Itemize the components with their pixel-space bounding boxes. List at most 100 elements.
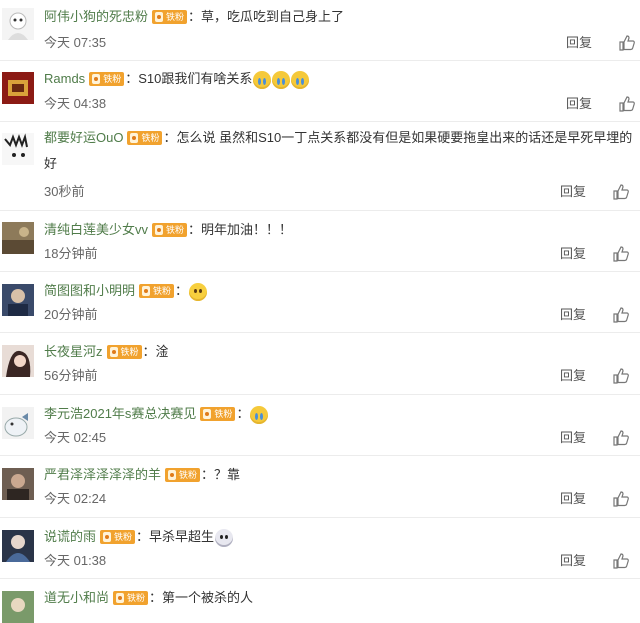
fan-badge[interactable]: 铁粉 bbox=[152, 9, 188, 24]
comment-item: 阿伟小狗的死忠粉 铁粉 ：草，吃瓜吃到自己身上了 今天 07:35 回复 bbox=[0, 0, 640, 61]
comment-time: 今天 07:35 bbox=[44, 35, 107, 50]
colon: ： bbox=[125, 71, 139, 86]
comment-item: 长夜星河z 铁粉 ：淦 56分钟前 回复 bbox=[0, 333, 640, 395]
comment-time: 今天 04:38 bbox=[44, 96, 107, 111]
like-icon[interactable] bbox=[612, 552, 630, 570]
pleading-emoji-icon bbox=[189, 282, 208, 301]
username-link[interactable]: 严君泽泽泽泽泽的羊 bbox=[44, 467, 161, 482]
laugh-cry-emoji-icon bbox=[253, 70, 272, 89]
like-icon[interactable] bbox=[612, 306, 630, 324]
avatar[interactable] bbox=[2, 407, 34, 439]
username-link[interactable]: 说谎的雨 bbox=[44, 529, 96, 544]
comment-line: 阿伟小狗的死忠粉 铁粉 ：草，吃瓜吃到自己身上了 bbox=[44, 7, 634, 27]
avatar[interactable] bbox=[2, 345, 34, 377]
reply-button[interactable]: 回复 bbox=[560, 430, 586, 446]
comment-text: 第一个被杀的人 bbox=[162, 590, 254, 605]
fan-badge[interactable]: 铁粉 bbox=[100, 529, 136, 544]
username-link[interactable]: 都要好运OuO bbox=[44, 130, 123, 145]
avatar[interactable] bbox=[2, 133, 34, 165]
username-link[interactable]: Ramds bbox=[44, 71, 85, 86]
comment-item: 简图图和小明明 铁粉： 20分钟前 回复 bbox=[0, 272, 640, 333]
comment-time: 20分钟前 bbox=[44, 307, 98, 322]
reply-button[interactable]: 回复 bbox=[560, 368, 586, 384]
comment-time: 30秒前 bbox=[44, 184, 85, 199]
colon: ： bbox=[163, 130, 177, 145]
fan-badge[interactable]: 铁粉 bbox=[152, 222, 188, 237]
like-icon[interactable] bbox=[618, 34, 636, 52]
comment-item: 清纯白莲美少女vv 铁粉 ：明年加油！！！ 18分钟前 回复 bbox=[0, 211, 640, 272]
comment-time: 18分钟前 bbox=[44, 246, 98, 261]
comment-item: Ramds 铁粉 ：S10跟我们有啥关系 今天 04:38 回复 bbox=[0, 61, 640, 122]
like-icon[interactable] bbox=[612, 429, 630, 447]
reply-button[interactable]: 回复 bbox=[566, 96, 592, 112]
username-link[interactable]: 长夜星河z bbox=[44, 344, 103, 359]
like-icon[interactable] bbox=[612, 367, 630, 385]
username-link[interactable]: 李元浩2021年s赛总决赛见 bbox=[44, 406, 196, 421]
username-link[interactable]: 道无小和尚 bbox=[44, 590, 109, 605]
username-link[interactable]: 简图图和小明明 bbox=[44, 283, 135, 298]
colon: ： bbox=[236, 406, 250, 421]
comment-time: 今天 01:38 bbox=[44, 553, 107, 568]
laugh-cry-emoji-icon bbox=[272, 70, 291, 89]
comment-line: 清纯白莲美少女vv 铁粉 ：明年加油！！！ bbox=[44, 220, 634, 240]
fan-badge[interactable]: 铁粉 bbox=[200, 406, 236, 421]
fan-badge[interactable]: 铁粉 bbox=[127, 130, 163, 145]
comment-line: 严君泽泽泽泽泽的羊 铁粉 ：？靠 bbox=[44, 465, 634, 485]
reply-button[interactable]: 回复 bbox=[560, 491, 586, 507]
colon: ： bbox=[175, 283, 189, 298]
comment-text: 明年加油！！！ bbox=[201, 222, 293, 237]
fan-badge[interactable]: 铁粉 bbox=[165, 467, 201, 482]
like-icon[interactable] bbox=[618, 95, 636, 113]
fan-badge[interactable]: 铁粉 bbox=[113, 590, 149, 605]
colon: ： bbox=[149, 590, 163, 605]
comment-time: 今天 02:24 bbox=[44, 491, 107, 506]
comment-text: 淦 bbox=[155, 344, 169, 359]
scared-emoji-icon bbox=[215, 528, 234, 547]
comment-time: 今天 02:45 bbox=[44, 430, 107, 445]
comment-text: 草，吃瓜吃到自己身上了 bbox=[201, 9, 345, 24]
colon: ： bbox=[201, 467, 215, 482]
comment-text: ？靠 bbox=[214, 467, 241, 482]
avatar[interactable] bbox=[2, 72, 34, 104]
like-icon[interactable] bbox=[612, 490, 630, 508]
reply-button[interactable]: 回复 bbox=[560, 184, 586, 200]
comment-line: 李元浩2021年s赛总决赛见 铁粉： bbox=[44, 404, 634, 424]
colon: ： bbox=[188, 222, 202, 237]
comment-line: 长夜星河z 铁粉 ：淦 bbox=[44, 342, 634, 362]
fan-badge[interactable]: 铁粉 bbox=[89, 71, 125, 86]
reply-button[interactable]: 回复 bbox=[560, 246, 586, 262]
reply-button[interactable]: 回复 bbox=[566, 35, 592, 51]
avatar[interactable] bbox=[2, 284, 34, 316]
avatar[interactable] bbox=[2, 591, 34, 623]
reply-button[interactable]: 回复 bbox=[560, 553, 586, 569]
like-icon[interactable] bbox=[612, 183, 630, 201]
laugh-cry-emoji-icon bbox=[291, 70, 310, 89]
colon: ： bbox=[142, 344, 156, 359]
crying-emoji-icon bbox=[250, 405, 269, 424]
comment-item: 都要好运OuO 铁粉 ：怎么说 虽然和S10一丁点关系都没有但是如果硬要拖皇出来的话… bbox=[0, 122, 640, 211]
avatar[interactable] bbox=[2, 530, 34, 562]
avatar[interactable] bbox=[2, 222, 34, 254]
like-icon[interactable] bbox=[612, 245, 630, 263]
comment-line: 说谎的雨 铁粉 ：早杀早超生 bbox=[44, 527, 634, 547]
comment-item: 道无小和尚 铁粉 ：第一个被杀的人 bbox=[0, 579, 640, 623]
comment-text: S10跟我们有啥关系 bbox=[138, 71, 253, 86]
comment-item: 说谎的雨 铁粉 ：早杀早超生 今天 01:38 回复 bbox=[0, 518, 640, 579]
fan-badge[interactable]: 铁粉 bbox=[139, 283, 175, 298]
comment-time: 56分钟前 bbox=[44, 368, 98, 383]
colon: ： bbox=[188, 9, 202, 24]
comment-item: 李元浩2021年s赛总决赛见 铁粉： 今天 02:45 回复 bbox=[0, 395, 640, 456]
fan-badge[interactable]: 铁粉 bbox=[106, 344, 142, 359]
comment-text: 早杀早超生 bbox=[149, 529, 215, 544]
avatar[interactable] bbox=[2, 468, 34, 500]
colon: ： bbox=[136, 529, 150, 544]
username-link[interactable]: 阿伟小狗的死忠粉 bbox=[44, 9, 148, 24]
comment-line: Ramds 铁粉 ：S10跟我们有啥关系 bbox=[44, 69, 634, 89]
comment-line: 都要好运OuO 铁粉 ：怎么说 虽然和S10一丁点关系都没有但是如果硬要拖皇出来的话… bbox=[44, 125, 634, 177]
comment-line: 简图图和小明明 铁粉： bbox=[44, 281, 634, 301]
avatar[interactable] bbox=[2, 8, 34, 40]
username-link[interactable]: 清纯白莲美少女vv bbox=[44, 222, 148, 237]
reply-button[interactable]: 回复 bbox=[560, 307, 586, 323]
comment-line: 道无小和尚 铁粉 ：第一个被杀的人 bbox=[44, 588, 634, 608]
comment-item: 严君泽泽泽泽泽的羊 铁粉 ：？靠 今天 02:24 回复 bbox=[0, 456, 640, 518]
